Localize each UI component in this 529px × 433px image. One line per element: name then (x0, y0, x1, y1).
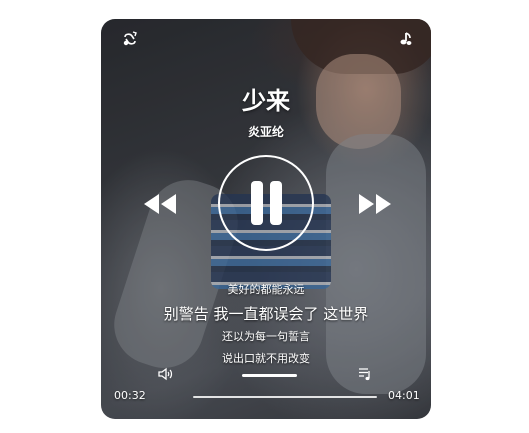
elapsed-time: 00:32 (114, 389, 146, 402)
music-note-icon[interactable] (394, 29, 414, 49)
loop-mode-icon[interactable] (120, 29, 140, 49)
lyric-current-line: 别警告 我一直都误会了 这世界 (163, 305, 369, 323)
pause-bar-left (250, 181, 263, 225)
rewind-icon[interactable] (141, 191, 179, 217)
lyrics-view-indicator (242, 374, 297, 377)
lyric-next-line-2: 说出口就不用改变 (222, 352, 310, 365)
pause-bar-right (269, 181, 282, 225)
lyric-next-line-1: 还以为每一句誓言 (222, 330, 310, 343)
song-artist: 炎亚纶 (247, 125, 284, 139)
volume-icon[interactable] (156, 365, 174, 383)
music-player-card: 少来 炎亚纶 美好的都能永远 别警告 我一直都误会了 这世界 还以为每一句誓言 … (101, 19, 431, 419)
lyric-previous-line: 美好的都能永远 (227, 283, 305, 296)
song-title: 少来 (242, 87, 290, 115)
playlist-icon[interactable] (356, 365, 374, 383)
progress-bar[interactable] (193, 396, 377, 398)
total-duration: 04:01 (388, 389, 420, 402)
fast-forward-icon[interactable] (356, 191, 394, 217)
pause-button[interactable] (218, 155, 314, 251)
